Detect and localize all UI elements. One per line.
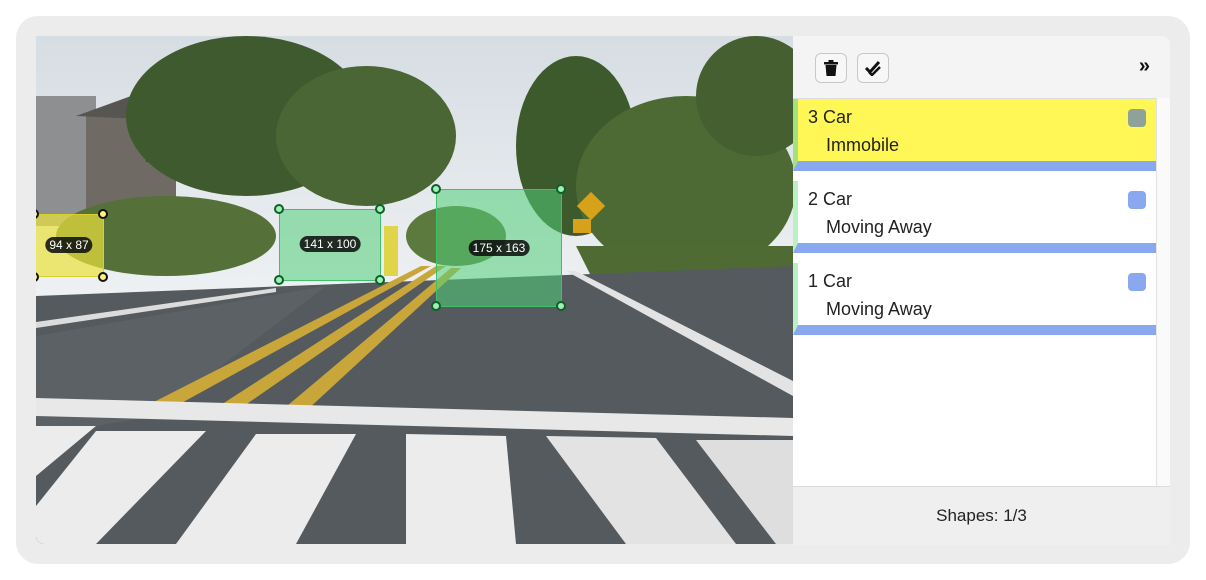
delete-button[interactable]: [815, 53, 847, 83]
shape-attribute: Immobile: [826, 135, 900, 155]
color-swatch[interactable]: [1128, 273, 1146, 291]
list-item[interactable]: 1 Car Moving Away: [793, 263, 1156, 335]
shapes-count: Shapes: 1/3: [793, 486, 1170, 545]
shape-label: Car: [823, 189, 853, 209]
double-check-icon: [864, 60, 881, 76]
bbox-size-label: 94 x 87: [45, 237, 93, 253]
shape-number: 2: [808, 189, 819, 209]
shape-title: 2 Car: [808, 189, 852, 210]
shape-attribute: Moving Away: [826, 217, 932, 237]
image-canvas[interactable]: 94 x 87 141 x 100 175 x 163: [36, 36, 793, 544]
resize-handle[interactable]: [556, 184, 566, 194]
resize-handle[interactable]: [431, 301, 441, 311]
trash-icon: [824, 60, 838, 76]
bbox-size-label: 141 x 100: [299, 236, 361, 252]
resize-handle[interactable]: [375, 204, 385, 214]
resize-handle[interactable]: [431, 184, 441, 194]
divider: [793, 253, 1156, 263]
color-swatch[interactable]: [1128, 109, 1146, 127]
shape-number: 3: [808, 107, 819, 127]
shape-attribute: Moving Away: [826, 299, 932, 319]
divider: [793, 171, 1156, 181]
color-swatch[interactable]: [1128, 191, 1146, 209]
shape-title: 1 Car: [808, 271, 852, 292]
resize-handle[interactable]: [274, 204, 284, 214]
collapse-panel-button[interactable]: »: [1139, 56, 1150, 76]
shape-number: 1: [808, 271, 819, 291]
accept-all-button[interactable]: [857, 53, 889, 83]
shape-label: Car: [823, 107, 853, 127]
road-scene-image: [36, 36, 793, 544]
list-item[interactable]: 2 Car Moving Away: [793, 181, 1156, 253]
shape-title: 3 Car: [808, 107, 852, 128]
resize-handle[interactable]: [98, 209, 108, 219]
resize-handle[interactable]: [98, 272, 108, 282]
shape-label: Car: [823, 271, 853, 291]
resize-handle[interactable]: [556, 301, 566, 311]
shapes-panel: » 3 Car Immobile 2 Car Moving Away 1 Car: [793, 36, 1170, 545]
panel-toolbar: »: [793, 36, 1170, 98]
bbox-size-label: 175 x 163: [468, 240, 530, 256]
resize-handle[interactable]: [375, 275, 385, 285]
resize-handle[interactable]: [274, 275, 284, 285]
shapes-list: 3 Car Immobile 2 Car Moving Away 1 Car M…: [793, 98, 1156, 525]
list-item[interactable]: 3 Car Immobile: [793, 99, 1156, 171]
scrollbar[interactable]: [1156, 98, 1170, 524]
